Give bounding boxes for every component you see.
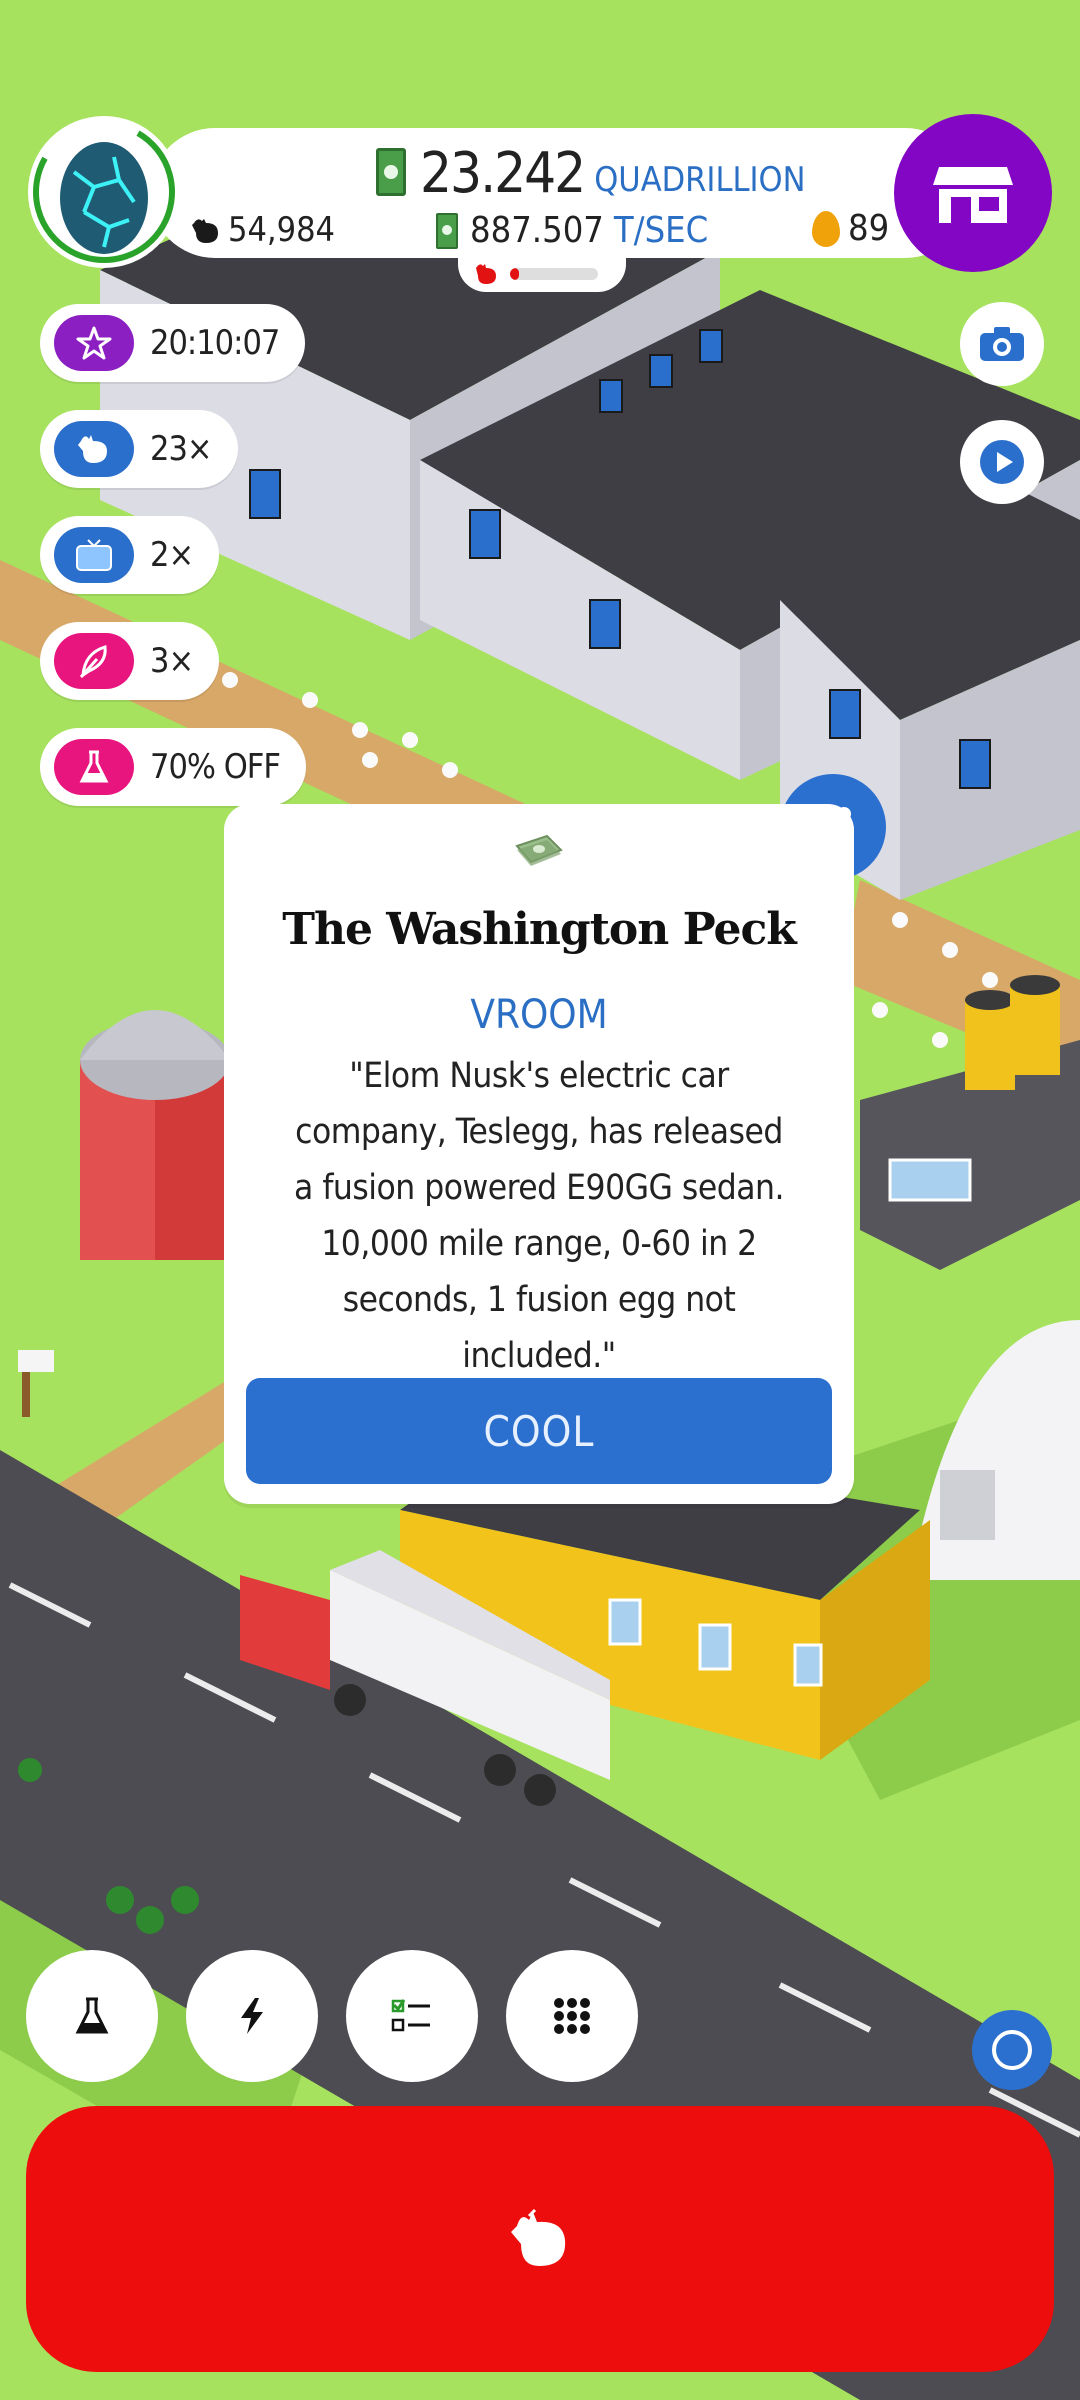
chicken-count: 54,984	[188, 210, 335, 250]
shop-button[interactable]	[894, 114, 1052, 272]
flask-icon	[75, 1997, 109, 2034]
lightning-icon	[241, 1998, 263, 2034]
golden-eggs-value: 89	[848, 208, 890, 249]
resource-bar: 23.242 QUADRILLION 54,984 887.507 T/SEC …	[150, 128, 970, 258]
research-discount-text: 70% OFF	[150, 747, 281, 787]
research-discount-pill[interactable]: 70% OFF	[40, 728, 306, 806]
drone-progress	[458, 250, 626, 292]
video-boost-text: 2×	[150, 535, 194, 575]
money-display: 23.242 QUADRILLION	[376, 146, 805, 202]
chicken-count-value: 54,984	[228, 210, 335, 250]
video-button[interactable]	[960, 420, 1044, 504]
golden-egg-icon	[812, 210, 840, 247]
menu-button[interactable]	[506, 1950, 638, 2082]
hatch-chicken-button[interactable]	[26, 2106, 1054, 2372]
money-value: 23.242	[420, 141, 586, 206]
boost-timer-text: 20:10:07	[150, 323, 280, 363]
play-icon	[980, 440, 1024, 484]
cash-icon	[436, 212, 458, 249]
chicken-boost-text: 23×	[150, 429, 213, 469]
chicken-icon	[192, 219, 218, 243]
chicken-icon	[476, 264, 496, 284]
checklist-icon	[391, 1999, 430, 2032]
money-icon	[515, 834, 563, 866]
feather-boost-text: 3×	[150, 641, 194, 681]
income-rate-unit: T/SEC	[613, 210, 709, 251]
video-boost-pill[interactable]: 2×	[40, 516, 220, 594]
fusion-egg-icon	[60, 142, 148, 254]
assistant-button[interactable]	[972, 2010, 1052, 2090]
income-rate: 887.507 T/SEC	[436, 210, 708, 251]
feather-boost-pill[interactable]: 3×	[40, 622, 220, 700]
money-unit: QUADRILLION	[594, 160, 806, 200]
progress-fill	[510, 268, 519, 280]
boosts-button[interactable]	[186, 1950, 318, 2082]
chicken-icon	[54, 421, 134, 477]
research-button[interactable]	[26, 1950, 158, 2082]
feather-icon	[54, 633, 134, 689]
cash-icon	[376, 148, 406, 196]
grid-icon	[554, 1998, 590, 2034]
store-icon	[933, 167, 1013, 223]
missions-button[interactable]	[346, 1950, 478, 2082]
chicken-icon	[511, 2208, 566, 2266]
tv-icon	[54, 527, 134, 583]
golden-eggs: 89	[812, 208, 889, 249]
camera-button[interactable]	[960, 302, 1044, 386]
boost-timer-pill[interactable]: 20:10:07	[40, 304, 306, 382]
news-dialog: The Washington Peck VROOM "Elom Nusk's e…	[224, 804, 854, 1504]
chicken-boost-pill[interactable]: 23×	[40, 410, 238, 488]
cool-button[interactable]: COOL	[246, 1378, 832, 1484]
flask-icon	[54, 739, 134, 795]
circle-icon	[992, 2030, 1032, 2070]
income-rate-value: 887.507	[470, 210, 604, 251]
egg-upgrade-button[interactable]	[28, 116, 180, 268]
star-icon	[54, 315, 134, 371]
camera-icon	[980, 327, 1024, 361]
news-body: "Elom Nusk's electric car company, Tesle…	[294, 1056, 784, 1376]
publication-name: The Washington Peck	[282, 904, 797, 955]
news-headline: VROOM	[470, 992, 608, 1038]
